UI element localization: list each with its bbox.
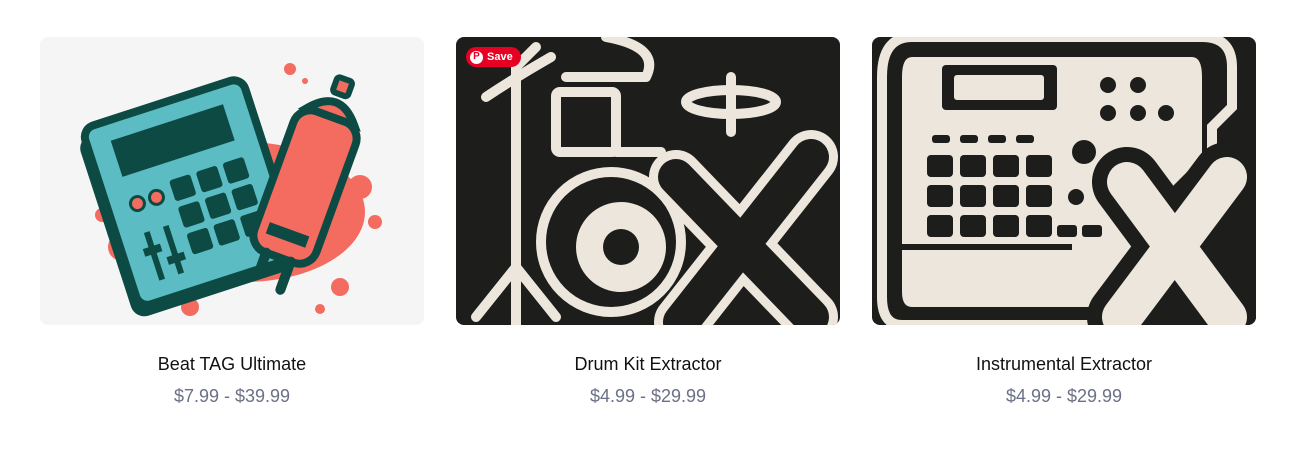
product-title[interactable]: Beat TAG Ultimate [40, 353, 424, 375]
product-price: $7.99 - $39.99 [173, 386, 291, 406]
product-card-beat-tag-ultimate[interactable]: Beat TAG Ultimate $7.99 - $39.99 [40, 37, 424, 407]
drum-machine-spray-can-icon [80, 63, 382, 317]
pinterest-save-button[interactable]: P Save [466, 47, 521, 67]
product-card-instrumental-extractor[interactable]: Instrumental Extractor $4.99 - $29.99 [872, 37, 1256, 407]
product-title[interactable]: Instrumental Extractor [872, 353, 1256, 375]
pinterest-icon: P [470, 50, 483, 64]
product-price: $4.99 - $29.99 [589, 386, 707, 406]
sampler-x-icon [877, 37, 1256, 325]
pinterest-save-label: Save [487, 51, 513, 63]
product-image[interactable] [40, 37, 424, 325]
product-image[interactable] [872, 37, 1256, 325]
drum-kit-x-icon [471, 37, 838, 325]
product-price: $4.99 - $29.99 [1005, 386, 1123, 406]
product-grid: Beat TAG Ultimate $7.99 - $39.99 P Save … [40, 37, 1256, 407]
product-image[interactable]: P Save [456, 37, 840, 325]
product-card-drum-kit-extractor[interactable]: P Save Drum Kit Extractor $4.99 - $29.99 [456, 37, 840, 407]
product-title[interactable]: Drum Kit Extractor [456, 353, 840, 375]
